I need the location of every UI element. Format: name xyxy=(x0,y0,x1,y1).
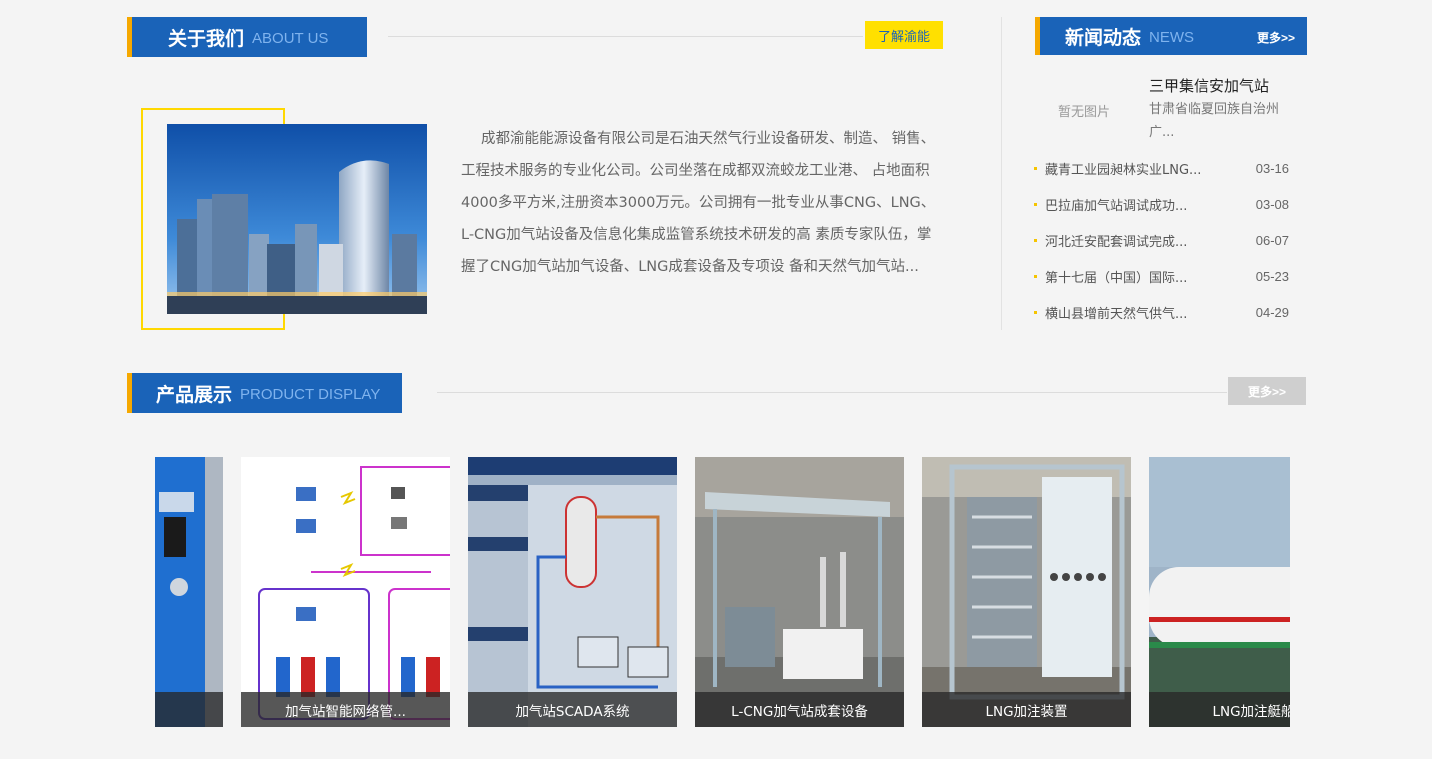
news-item-date: 03-16 xyxy=(1255,160,1289,176)
news-more-link[interactable]: 更多>> xyxy=(1257,29,1295,46)
about-section-title: 关于我们 ABOUT US xyxy=(127,17,367,57)
product-card[interactable]: 加气站SCADA系统 xyxy=(468,457,677,727)
news-item[interactable]: 河北迁安配套调试完成... 06-07 xyxy=(1034,222,1289,258)
news-item[interactable]: 第十七届（中国）国际... 05-23 xyxy=(1034,258,1289,294)
lng-tank-image xyxy=(1149,457,1290,727)
lcng-equipment-image xyxy=(695,457,904,727)
lng-skid-image xyxy=(922,457,1131,727)
bullet-icon xyxy=(1034,166,1037,170)
products-section-title: 产品展示 PRODUCT DISPLAY xyxy=(127,373,402,413)
news-title-en: NEWS xyxy=(1149,29,1195,46)
network-diagram-image xyxy=(241,457,450,727)
featured-news-title[interactable]: 三甲集信安加气站 xyxy=(1149,75,1269,96)
company-building-photo xyxy=(167,124,427,314)
product-card[interactable]: LNG加注艇船 xyxy=(1149,457,1290,727)
bullet-icon xyxy=(1034,274,1037,278)
news-item[interactable]: 藏青工业园昶林实业LNG... 03-16 xyxy=(1034,150,1289,186)
news-section-title: 新闻动态 NEWS 更多>> xyxy=(1035,17,1307,55)
divider-line xyxy=(388,36,863,37)
about-title-en: ABOUT US xyxy=(252,30,329,47)
products-title-en: PRODUCT DISPLAY xyxy=(240,386,381,403)
bullet-icon xyxy=(1034,310,1037,314)
product-caption: 加气站智能网络管... xyxy=(241,692,450,727)
news-item-title: 巴拉庙加气站调试成功... xyxy=(1045,198,1188,214)
news-item-title: 河北迁安配套调试完成... xyxy=(1045,234,1188,250)
scada-screen-image xyxy=(468,457,677,727)
product-card[interactable]: LNG加注装置 xyxy=(922,457,1131,727)
news-item-date: 03-08 xyxy=(1255,196,1289,212)
divider-line xyxy=(437,392,1227,393)
products-title-cn: 产品展示 xyxy=(156,383,233,406)
about-description: 成都渝能能源设备有限公司是石油天然气行业设备研发、制造、 销售、工程技术服务的专… xyxy=(461,131,936,275)
news-item[interactable]: 巴拉庙加气站调试成功... 03-08 xyxy=(1034,186,1289,222)
title-accent-bar xyxy=(1035,17,1040,55)
title-accent-bar xyxy=(127,17,132,57)
news-item-date: 04-29 xyxy=(1255,304,1289,320)
news-item-date: 06-07 xyxy=(1255,232,1289,248)
news-item-date: 05-23 xyxy=(1255,268,1289,284)
news-item-title: 藏青工业园昶林实业LNG... xyxy=(1045,162,1202,178)
bullet-icon xyxy=(1034,238,1037,242)
news-item-title: 横山县增前天然气供气... xyxy=(1045,306,1188,322)
no-image-placeholder[interactable]: 暂无图片 xyxy=(1036,82,1132,138)
product-carousel: 加气站智能网络管... 加气站SCADA系统 L-CNG加气站成套设备 LNG加… xyxy=(155,457,1290,727)
product-caption xyxy=(155,692,223,727)
product-caption: 加气站SCADA系统 xyxy=(468,692,677,727)
news-list: 藏青工业园昶林实业LNG... 03-16 巴拉庙加气站调试成功... 03-08 … xyxy=(1034,150,1289,330)
product-caption: LNG加注艇船 xyxy=(1149,692,1290,727)
product-card[interactable]: 加气站智能网络管... xyxy=(241,457,450,727)
news-item[interactable]: 横山县增前天然气供气... 04-29 xyxy=(1034,294,1289,330)
news-title-cn: 新闻动态 xyxy=(1065,26,1142,49)
dispenser-image xyxy=(155,457,223,727)
title-accent-bar xyxy=(127,373,132,413)
about-title-cn: 关于我们 xyxy=(168,27,245,50)
product-card[interactable]: L-CNG加气站成套设备 xyxy=(695,457,904,727)
product-card[interactable] xyxy=(155,457,223,727)
product-caption: LNG加注装置 xyxy=(922,692,1131,727)
vertical-divider xyxy=(1001,17,1002,330)
learn-more-button[interactable]: 了解渝能 xyxy=(865,21,943,49)
featured-news-description: 甘肃省临夏回族自治州广... xyxy=(1149,102,1280,140)
product-caption: L-CNG加气站成套设备 xyxy=(695,692,904,727)
news-item-title: 第十七届（中国）国际... xyxy=(1045,270,1188,286)
bullet-icon xyxy=(1034,202,1037,206)
products-more-button[interactable]: 更多>> xyxy=(1228,377,1306,405)
